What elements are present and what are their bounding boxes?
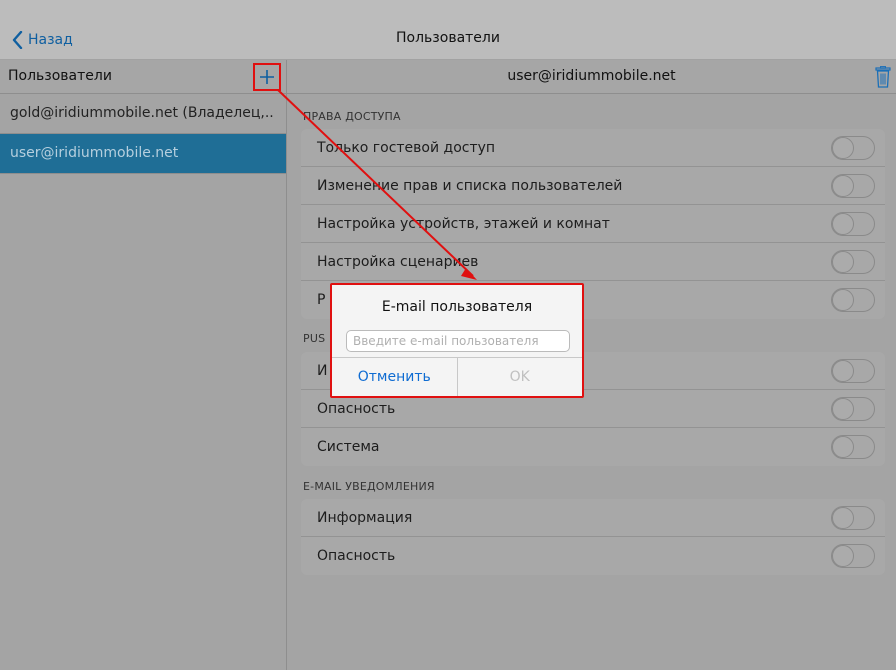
user-list-item-label: user@iridiummobile.net [10,145,179,161]
settings-row: Опасность [301,537,885,575]
row-label: Только гостевой доступ [317,140,496,156]
toggle-switch[interactable] [831,288,875,312]
email-notifications-group: Информация Опасность [301,499,885,575]
user-details-title: user@iridiummobile.net [507,68,676,84]
users-list-pane: Пользователи gold@iridiummobile.net (Вла… [0,60,287,670]
row-label: Информация [317,510,413,526]
section-header-email: E-MAIL УВЕДОМЛЕНИЯ [303,480,435,493]
row-label: Настройка устройств, этажей и комнат [317,216,610,232]
users-list-header: Пользователи [0,60,286,94]
toggle-switch[interactable] [831,250,875,274]
email-dialog: E-mail пользователя Отменить OK [330,283,584,398]
toggle-switch[interactable] [831,212,875,236]
user-list-item-selected[interactable]: user@iridiummobile.net [0,134,286,174]
app-window: Назад Пользователи Пользователи gold@iri… [0,0,896,670]
toggle-switch[interactable] [831,174,875,198]
section-header-access: ПРАВА ДОСТУПА [303,110,401,123]
trash-icon[interactable] [874,66,892,88]
settings-row: Информация [301,499,885,537]
toggle-switch[interactable] [831,435,875,459]
settings-row: Настройка сценариев [301,243,885,281]
user-details-header: user@iridiummobile.net [287,60,896,94]
dialog-title: E-mail пользователя [381,299,533,315]
row-label: Опасность [317,401,396,417]
row-label: Изменение прав и списка пользователей [317,178,623,194]
row-label: И [317,363,328,379]
row-label: Опасность [317,548,396,564]
settings-row: Только гостевой доступ [301,129,885,167]
row-label: Система [317,439,380,455]
page-title: Пользователи [396,30,500,46]
cancel-button[interactable]: Отменить [332,358,458,396]
users-list-title: Пользователи [8,68,112,84]
toggle-switch[interactable] [831,359,875,383]
dialog-buttons: Отменить OK [332,357,582,396]
settings-row: Система [301,428,885,466]
settings-row: Изменение прав и списка пользователей [301,167,885,205]
add-user-button[interactable] [253,63,281,91]
section-header-push: PUS [303,332,326,345]
row-label: Настройка сценариев [317,254,479,270]
toggle-switch[interactable] [831,136,875,160]
plus-icon [260,70,274,84]
settings-row: Настройка устройств, этажей и комнат [301,205,885,243]
row-label: Р [317,292,326,308]
toggle-switch[interactable] [831,506,875,530]
toggle-switch[interactable] [831,397,875,421]
ok-button[interactable]: OK [458,358,583,396]
user-list-item-label: gold@iridiummobile.net (Владелец,... [10,105,275,121]
email-input[interactable] [346,330,570,352]
top-navbar: Назад Пользователи [0,0,896,60]
toggle-switch[interactable] [831,544,875,568]
user-list-item[interactable]: gold@iridiummobile.net (Владелец,... [0,94,286,134]
